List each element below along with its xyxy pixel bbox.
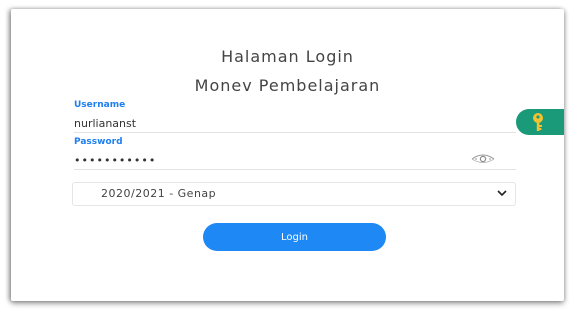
login-button[interactable]: Login [203,223,386,251]
eye-icon[interactable] [471,153,495,165]
page-title: Halaman Login [221,47,354,66]
page-subtitle: Monev Pembelajaran [194,76,381,95]
username-field[interactable] [74,114,516,133]
password-label: Password [74,137,123,147]
chevron-down-icon [497,190,507,197]
login-card: Halaman Login Monev Pembelajaran Usernam… [11,9,564,301]
semester-select-value: 2020/2021 - Genap [101,187,217,200]
password-manager-button[interactable] [516,109,564,135]
key-icon [533,113,543,131]
username-label: Username [74,100,126,110]
semester-select[interactable]: 2020/2021 - Genap [72,182,516,206]
password-field[interactable] [74,151,516,170]
